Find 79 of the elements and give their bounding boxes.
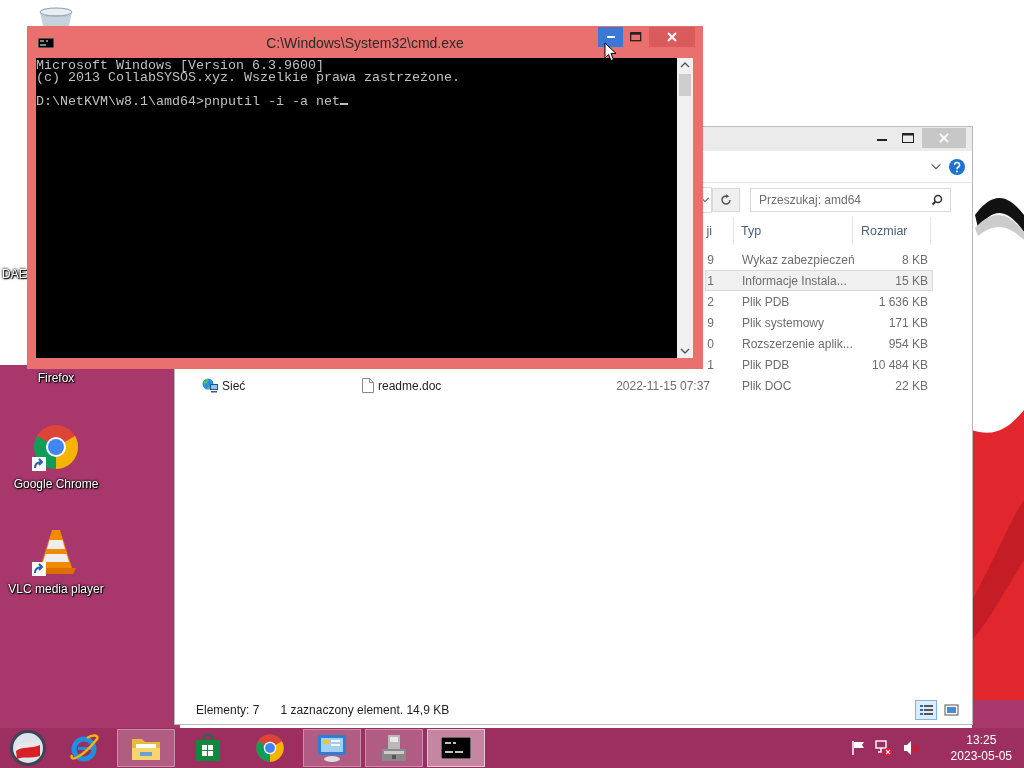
table-cell-text: 22 KB xyxy=(894,378,929,393)
maximize-icon xyxy=(630,32,642,42)
scrollbar-thumb[interactable] xyxy=(679,74,691,96)
store-icon xyxy=(195,734,221,762)
clock-time: 13:25 xyxy=(966,732,997,748)
table-cell-text: 1 xyxy=(706,357,715,372)
selection-info: 1 zaznaczony element. 14,9 KB xyxy=(280,702,450,717)
file-row[interactable]: 1 Plik PDB 10 484 KB xyxy=(705,354,933,375)
table-cell-text: Plik PDB xyxy=(741,294,791,309)
details-view-button[interactable] xyxy=(915,699,937,720)
network-error-icon[interactable] xyxy=(874,740,893,756)
search-field[interactable]: Przeszukaj: amd64 xyxy=(750,188,951,212)
console-line: Microsoft Windows [Version 6.3.9600] xyxy=(36,60,325,72)
table-cell-text: Plik DOC xyxy=(741,378,793,393)
volume-muted-icon[interactable] xyxy=(902,740,919,756)
chrome-icon xyxy=(32,423,80,471)
table-cell-text: 171 KB xyxy=(887,315,929,330)
clock-date: 2023-05-05 xyxy=(950,748,1012,764)
shortcut-arrow-icon xyxy=(32,457,46,471)
chrome-icon xyxy=(255,733,285,763)
file-name: readme.doc xyxy=(378,378,442,393)
file-row[interactable]: readme.doc 2022-11-15 07:37 Plik DOC 22 KB xyxy=(351,375,933,396)
terminal-icon xyxy=(38,38,54,48)
terminal-icon xyxy=(441,737,471,759)
table-cell-text: 0 xyxy=(706,336,715,351)
desktop-icon-label[interactable]: Google Chrome xyxy=(13,477,99,491)
table-cell-text: 9 xyxy=(706,315,715,330)
text-cursor xyxy=(339,103,348,105)
taskbar-button[interactable] xyxy=(427,729,485,767)
shortcut-arrow-icon xyxy=(32,562,46,576)
device-icon xyxy=(379,733,409,763)
table-cell-text: Informacje Instala... xyxy=(741,273,848,288)
flag-icon[interactable] xyxy=(850,740,865,756)
file-row[interactable]: 9 Plik systemowy 171 KB xyxy=(705,312,933,333)
desktop-icon-label[interactable]: DAE xyxy=(2,267,27,281)
document-icon xyxy=(362,378,374,393)
column-header[interactable]: Rozmiar xyxy=(853,217,931,245)
table-cell-text: 2022-11-15 07:37 xyxy=(615,378,711,393)
table-cell-text: 10 484 KB xyxy=(870,357,929,372)
console-line: (c) 2013 CollabSYSOS.xyz. Wszelkie prawa zastrzeżone. xyxy=(36,72,461,84)
table-cell-text: 8 KB xyxy=(901,252,929,267)
file-row[interactable]: 1 Informacje Instala... 15 KB xyxy=(705,270,933,291)
browser-icon xyxy=(69,733,99,763)
list-icon xyxy=(918,702,934,717)
column-header[interactable]: ji xyxy=(705,217,734,245)
close-icon xyxy=(667,32,677,42)
table-cell-text: 1 636 KB xyxy=(877,294,929,309)
control-panel-icon xyxy=(316,733,348,763)
column-header[interactable]: Typ xyxy=(734,217,853,245)
table-cell-text: 15 KB xyxy=(894,273,929,288)
close-button[interactable] xyxy=(649,27,695,47)
table-cell-text: Wykaz zabezpieczeń xyxy=(741,252,854,267)
table-cell-text: Plik PDB xyxy=(741,357,791,372)
maximize-icon xyxy=(902,133,914,143)
close-icon xyxy=(938,132,950,144)
desktop-icon-label[interactable]: Firefox xyxy=(37,371,75,385)
network-icon xyxy=(202,378,218,393)
refresh-icon xyxy=(719,193,733,207)
window-title: C:\Windows\System32\cmd.exe xyxy=(266,35,464,51)
file-row[interactable]: 2 Plik PDB 1 636 KB xyxy=(705,291,933,312)
nav-pane-item[interactable]: Sieć xyxy=(222,378,246,393)
help-icon[interactable] xyxy=(949,158,965,175)
table-cell-text: Rozszerzenie aplik... xyxy=(741,336,854,351)
table-cell-text: Plik systemowy xyxy=(741,315,825,330)
table-cell-text: 9 xyxy=(706,252,715,267)
table-cell-text: 954 KB xyxy=(887,336,929,351)
table-cell-text: 1 xyxy=(706,273,715,288)
item-count: Elementy: 7 xyxy=(196,702,260,717)
refresh-button[interactable] xyxy=(712,188,740,212)
desktop-icon-label[interactable]: VLC media player xyxy=(8,582,104,596)
file-row[interactable]: 0 Rozszerzenie aplik... 954 KB xyxy=(705,333,933,354)
table-cell-text: 2 xyxy=(706,294,715,309)
minimize-icon xyxy=(606,36,615,38)
picture-frame-icon xyxy=(943,702,959,717)
file-row[interactable]: 9 Wykaz zabezpieczeń 8 KB xyxy=(705,249,933,270)
clock[interactable]: 13:25 2023-05-05 xyxy=(950,732,1012,764)
scrollbar[interactable] xyxy=(677,58,693,358)
command-prompt: D:\NetKVM\w8.1\amd64>pnputil -i -a net xyxy=(36,94,340,109)
search-icon xyxy=(931,194,943,206)
